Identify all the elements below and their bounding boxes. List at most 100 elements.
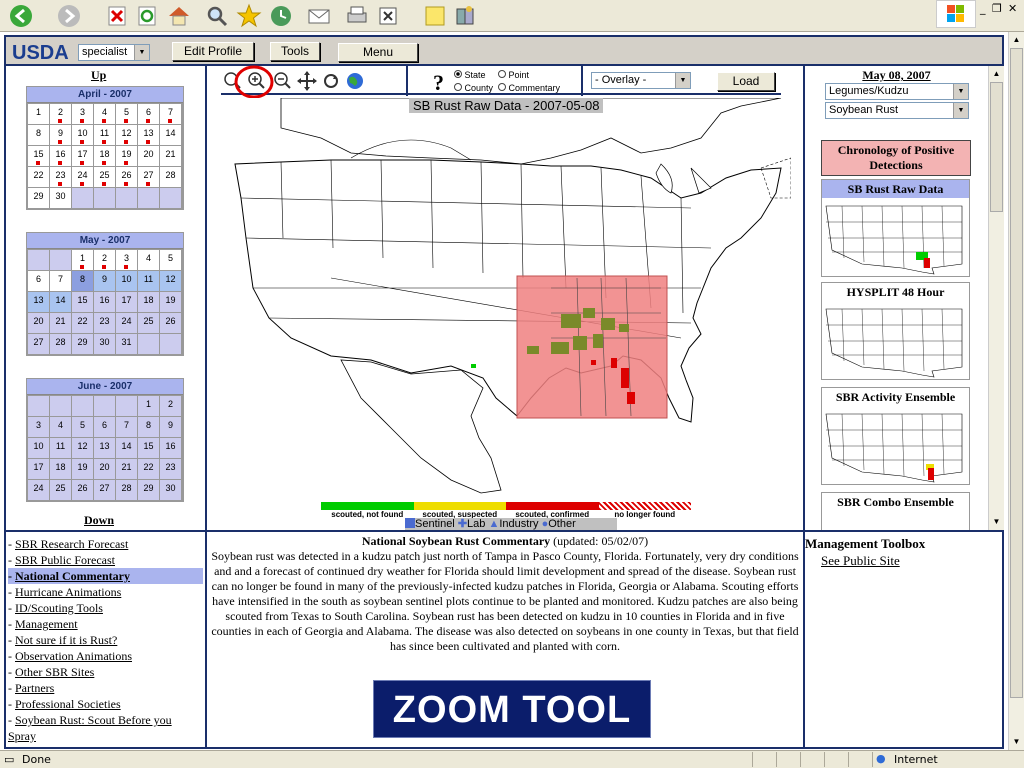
nav-link[interactable]: Soybean Rust: Scout Before you	[15, 713, 172, 727]
calendar-day[interactable]: 14	[116, 438, 137, 458]
calendar-day[interactable]: 18	[94, 146, 115, 166]
calendar-day[interactable]: 7	[160, 104, 181, 124]
calendar-day[interactable]: 10	[28, 438, 49, 458]
home-icon[interactable]	[166, 3, 192, 29]
calendar-day[interactable]: 6	[94, 417, 115, 437]
overlay-select[interactable]: - Overlay -	[591, 72, 691, 89]
research-icon[interactable]	[452, 3, 478, 29]
selected-date-link[interactable]: May 08, 2007	[805, 68, 988, 83]
calendar-day[interactable]: 19	[72, 459, 93, 479]
calendar-day[interactable]: 19	[160, 292, 181, 312]
calendar-day[interactable]: 1	[72, 250, 93, 270]
radio-state[interactable]: State	[454, 69, 486, 82]
nav-item[interactable]: - National Commentary	[8, 568, 203, 584]
nav-item[interactable]: - Observation Animations	[8, 648, 203, 664]
calendar-day[interactable]: 24	[116, 313, 137, 333]
calendar-day[interactable]: 24	[72, 167, 93, 187]
globe-icon[interactable]	[343, 70, 367, 92]
scroll-down-icon[interactable]: ▼	[989, 514, 1004, 529]
calendar-day[interactable]: 18	[50, 459, 71, 479]
calendar-day[interactable]: 17	[72, 146, 93, 166]
calendar-day[interactable]: 6	[28, 271, 49, 291]
calendar-day[interactable]: 27	[94, 480, 115, 500]
favorites-icon[interactable]	[236, 3, 262, 29]
nav-item[interactable]: - Not sure if it is Rust?	[8, 632, 203, 648]
calendar-day[interactable]: 30	[50, 188, 71, 208]
mail-icon[interactable]	[306, 3, 332, 29]
nav-item[interactable]: - ID/Scouting Tools	[8, 600, 203, 616]
calendar-day[interactable]: 5	[160, 250, 181, 270]
calendar-day[interactable]: 20	[94, 459, 115, 479]
nav-link[interactable]: Management	[15, 617, 78, 631]
calendar-day[interactable]: 22	[72, 313, 93, 333]
calendar-day[interactable]: 5	[72, 417, 93, 437]
calendar-day[interactable]: 7	[116, 417, 137, 437]
scroll-thumb[interactable]	[990, 82, 1003, 212]
calendar-day[interactable]: 10	[72, 125, 93, 145]
calendar-day[interactable]: 19	[116, 146, 137, 166]
back-icon[interactable]	[8, 3, 34, 29]
stop-icon[interactable]	[104, 3, 130, 29]
calendar-day[interactable]: 8	[138, 417, 159, 437]
calendar-day[interactable]: 2	[50, 104, 71, 124]
print-icon[interactable]	[344, 3, 370, 29]
thumb-card-activity-ensemble[interactable]: SBR Activity Ensemble	[821, 387, 970, 485]
role-select[interactable]: specialist	[78, 44, 150, 61]
thumb-card-raw-data[interactable]: SB Rust Raw Data	[821, 179, 970, 277]
host-select[interactable]: Legumes/Kudzu	[825, 83, 969, 100]
calendar-day[interactable]: 25	[94, 167, 115, 187]
disease-select[interactable]: Soybean Rust	[825, 102, 969, 119]
calendar-day[interactable]: 14	[160, 125, 181, 145]
calendar-day[interactable]: 5	[116, 104, 137, 124]
calendar-day[interactable]: 8	[72, 271, 93, 291]
notes-icon[interactable]	[422, 3, 448, 29]
nav-link[interactable]: Observation Animations	[15, 649, 132, 663]
calendar-day[interactable]: 27	[138, 167, 159, 187]
calendar-day[interactable]: 15	[28, 146, 49, 166]
nav-item[interactable]: - Hurricane Animations	[8, 584, 203, 600]
scroll-up-icon[interactable]: ▲	[1009, 32, 1024, 47]
calendar-day[interactable]: 12	[72, 438, 93, 458]
calendar-day[interactable]: 17	[28, 459, 49, 479]
calendar-day[interactable]: 9	[94, 271, 115, 291]
calendar-day[interactable]: 26	[116, 167, 137, 187]
calendar-day[interactable]: 28	[160, 167, 181, 187]
nav-link[interactable]: Not sure if it is Rust?	[15, 633, 117, 647]
calendar-day[interactable]: 3	[72, 104, 93, 124]
minimize-icon[interactable]: _	[980, 2, 986, 15]
nav-link[interactable]: SBR Public Forecast	[15, 553, 115, 567]
help-icon[interactable]: ?	[433, 70, 444, 96]
calendar-day[interactable]: 13	[28, 292, 49, 312]
calendar-day[interactable]: 24	[28, 480, 49, 500]
calendar-day[interactable]: 3	[116, 250, 137, 270]
calendar-day[interactable]: 25	[50, 480, 71, 500]
calendar-day[interactable]: 21	[50, 313, 71, 333]
calendar-day[interactable]: 12	[160, 271, 181, 291]
calendar-day[interactable]: 28	[50, 334, 71, 354]
calendar-day[interactable]: 20	[28, 313, 49, 333]
calendar-day[interactable]: 11	[94, 125, 115, 145]
menu-button[interactable]: Menu	[338, 43, 418, 62]
calendar-day[interactable]: 2	[94, 250, 115, 270]
refresh-icon[interactable]	[134, 3, 160, 29]
calendar-day[interactable]: 13	[94, 438, 115, 458]
nav-link[interactable]: Spray	[8, 729, 36, 743]
calendar-day[interactable]: 14	[50, 292, 71, 312]
thumb-card-combo-ensemble[interactable]: SBR Combo Ensemble	[821, 492, 970, 530]
reset-icon[interactable]	[319, 70, 343, 92]
calendar-day[interactable]: 31	[116, 334, 137, 354]
scroll-thumb[interactable]	[1010, 48, 1023, 698]
scroll-down-icon[interactable]: ▼	[1009, 734, 1024, 749]
calendar-day[interactable]: 16	[160, 438, 181, 458]
calendar-day[interactable]: 4	[138, 250, 159, 270]
calendar-day[interactable]: 29	[138, 480, 159, 500]
calendar-day[interactable]: 18	[138, 292, 159, 312]
calendar-day[interactable]: 23	[50, 167, 71, 187]
us-map[interactable]	[221, 98, 791, 498]
see-public-site-link[interactable]: See Public Site	[821, 553, 900, 569]
calendar-day[interactable]: 30	[160, 480, 181, 500]
calendar-day[interactable]: 28	[116, 480, 137, 500]
scroll-up-icon[interactable]: ▲	[989, 66, 1004, 81]
calendar-day[interactable]: 15	[138, 438, 159, 458]
chronology-box[interactable]: Chronology of Positive Detections	[821, 140, 971, 176]
